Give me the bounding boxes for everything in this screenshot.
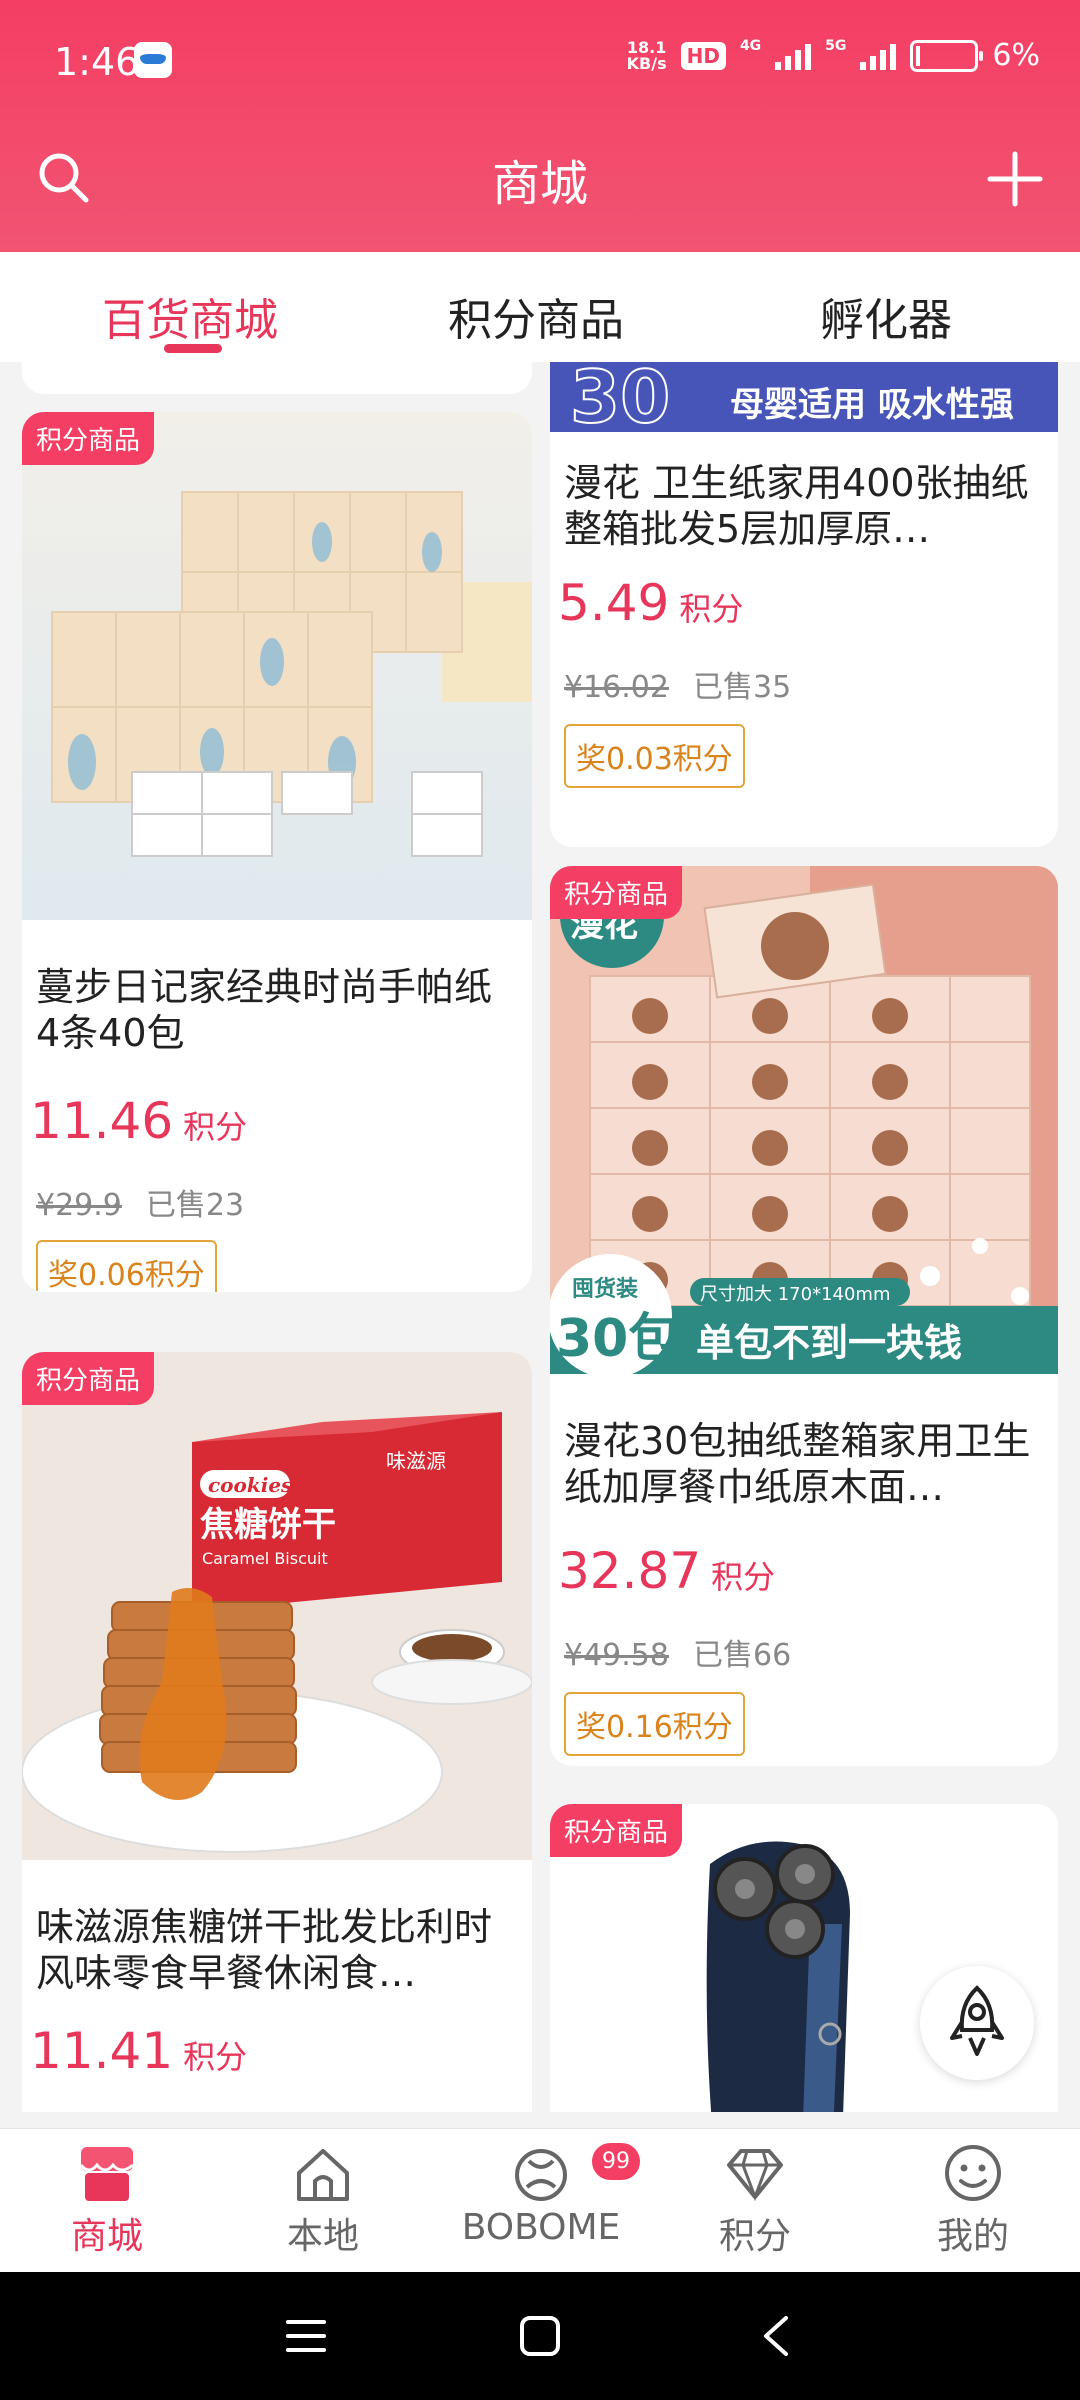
category-tabs: 百货商城 积分商品 孵化器: [0, 252, 1080, 362]
network-speed: 18.1 KB/s: [626, 39, 667, 73]
back-icon[interactable]: [756, 2314, 796, 2358]
title-bar: 商城: [0, 140, 1080, 220]
bobome-icon: [515, 2149, 567, 2201]
sold-count: 已售66: [692, 1638, 792, 1673]
tab-points-products[interactable]: 积分商品: [448, 284, 624, 348]
product-card[interactable]: 积分商品 漫花 囤货装 30包 尺寸加大 170*140mm 单包不到一块钱 漫…: [550, 866, 1058, 1766]
app-header: 1:46 18.1 KB/s HD 4G 5G 6% 商城: [0, 0, 1080, 252]
nav-label: 本地: [286, 2216, 359, 2257]
menu-icon[interactable]: [286, 2316, 326, 2356]
rocket-icon: [950, 1985, 1004, 2056]
product-card[interactable]: 30 母婴适用 吸水性强 漫花 卫生纸家用400张抽纸整箱批发5层加厚原… 5.…: [550, 362, 1058, 847]
status-bar: 1:46 18.1 KB/s HD 4G 5G 6%: [54, 38, 1040, 88]
box-maker: 味滋源: [386, 1449, 446, 1473]
banner-text: 母婴适用 吸水性强: [730, 385, 1014, 425]
points-product-badge: 积分商品: [550, 1804, 683, 1857]
original-price: ¥16.02: [564, 670, 669, 705]
nav-label: 积分: [718, 2216, 791, 2257]
nav-points[interactable]: 积分: [680, 2143, 830, 2259]
product-meta: ¥16.02 已售35: [564, 662, 791, 706]
tab-general-mall[interactable]: 百货商城: [102, 284, 278, 348]
page-title: 商城: [491, 156, 588, 212]
price-unit: 积分: [711, 1558, 776, 1596]
product-name: 漫花30包抽纸整箱家用卫生纸加厚餐巾纸原木面…: [564, 1419, 1031, 1509]
system-navigation-bar: [0, 2272, 1080, 2400]
network-type-2: 5G: [825, 38, 847, 54]
reward-badge: 奖0.06积分: [36, 1240, 217, 1292]
box-subtitle: Caramel Biscuit: [202, 1549, 328, 1568]
price-unit: 积分: [183, 1108, 248, 1146]
tab-incubator[interactable]: 孵化器: [820, 284, 952, 348]
price-value: 5.49: [558, 574, 670, 632]
reward-badge: 奖0.03积分: [564, 724, 745, 788]
price-value: 32.87: [558, 1542, 702, 1600]
nav-bobome[interactable]: BOBOME 99: [436, 2141, 646, 2248]
product-card[interactable]: 积分商品 cookies 味滋源 焦糖饼干 Caramel Biscuit 味滋…: [22, 1352, 532, 2112]
sold-count: 已售35: [692, 670, 792, 705]
nav-mine[interactable]: 我的: [898, 2143, 1048, 2259]
bottom-navigation: 商城 本地 BOBOME 99 积分 我的: [0, 2128, 1080, 2273]
network-type-1: 4G: [739, 38, 762, 54]
original-price: ¥29.9: [36, 1188, 122, 1223]
nav-label: BOBOME: [461, 2207, 621, 2248]
notification-count-badge: 99: [590, 2141, 642, 2182]
nav-shop[interactable]: 商城: [32, 2143, 182, 2259]
product-card[interactable]: 积分商品 蔓步日记家经典时尚手帕纸4条40包 11.46 积分 ¥29.9 已售…: [22, 412, 532, 1292]
home-button-icon[interactable]: [518, 2314, 562, 2358]
nav-label: 我的: [936, 2216, 1009, 2257]
hd-voice-badge: HD: [680, 41, 726, 70]
price-unit: 积分: [679, 590, 744, 628]
points-product-badge: 积分商品: [22, 412, 155, 465]
product-name: 味滋源焦糖饼干批发比利时风味零食早餐休闲食…: [36, 1905, 493, 1995]
battery-icon: [910, 39, 984, 72]
product-meta: ¥49.58 已售66: [564, 1630, 791, 1674]
signal-icon-1: [775, 42, 812, 70]
image-tag: 囤货装: [572, 1276, 638, 1302]
product-image: [22, 412, 532, 920]
sold-count: 已售23: [145, 1188, 245, 1223]
product-meta: ¥29.9 已售23: [36, 1180, 244, 1224]
product-price: 5.49 积分: [558, 574, 743, 632]
home-icon: [297, 2149, 349, 2201]
diamond-icon: [727, 2149, 783, 2202]
original-price: ¥49.58: [564, 1638, 669, 1673]
product-feed[interactable]: 积分商品 蔓步日记家经典时尚手帕纸4条40包 11.46 积分 ¥29.9 已售…: [0, 362, 1080, 2112]
smile-icon: [945, 2145, 1001, 2201]
back-to-top-rocket-button[interactable]: [920, 1966, 1034, 2080]
network-speed-unit: KB/s: [626, 53, 667, 73]
active-tab-indicator: [164, 344, 222, 353]
box-brand: cookies: [208, 1473, 292, 1497]
image-count: 30包: [556, 1309, 680, 1369]
image-slogan: 单包不到一块钱: [696, 1321, 962, 1365]
price-value: 11.41: [30, 2022, 174, 2080]
product-price: 32.87 积分: [558, 1542, 775, 1600]
shop-icon: [79, 2147, 134, 2201]
price-value: 11.46: [30, 1092, 174, 1150]
plus-icon[interactable]: [986, 150, 1044, 208]
reward-badge: 奖0.16积分: [564, 1692, 745, 1756]
product-price: 11.41 积分: [30, 2022, 247, 2080]
price-unit: 积分: [183, 2038, 248, 2076]
product-name: 漫花 卫生纸家用400张抽纸整箱批发5层加厚原…: [564, 461, 1029, 551]
status-time: 1:46: [54, 40, 140, 84]
product-price: 11.46 积分: [30, 1092, 247, 1150]
banner-number: 30: [570, 362, 670, 432]
points-product-badge: 积分商品: [550, 866, 683, 919]
notification-app-icon: [134, 42, 172, 78]
points-product-badge: 积分商品: [22, 1352, 155, 1405]
product-card-partial[interactable]: [22, 362, 532, 394]
image-size: 尺寸加大 170*140mm: [700, 1284, 891, 1305]
product-name: 蔓步日记家经典时尚手帕纸4条40包: [36, 965, 493, 1055]
battery-percent: 6%: [992, 38, 1040, 73]
nav-label: 商城: [70, 2216, 143, 2257]
product-image: cookies 味滋源 焦糖饼干 Caramel Biscuit: [22, 1352, 532, 1860]
box-title: 焦糖饼干: [200, 1505, 336, 1545]
signal-icon-2: [860, 42, 897, 70]
nav-local[interactable]: 本地: [248, 2143, 398, 2259]
status-indicators: 18.1 KB/s HD 4G 5G 6%: [627, 38, 1040, 73]
product-image: 漫花 囤货装 30包 尺寸加大 170*140mm 单包不到一块钱: [550, 866, 1058, 1374]
product-image-banner: 30 母婴适用 吸水性强: [550, 362, 1058, 432]
